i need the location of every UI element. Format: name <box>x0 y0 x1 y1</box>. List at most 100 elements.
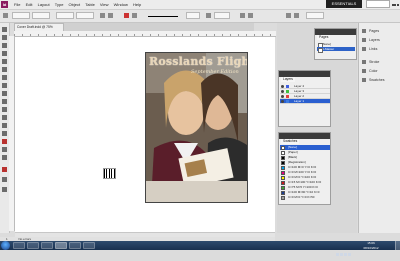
search-input[interactable] <box>366 0 390 8</box>
wrap-icon[interactable] <box>240 13 245 18</box>
menu-edit[interactable]: Edit <box>26 0 33 9</box>
pen-tool-icon[interactable] <box>2 75 7 80</box>
selection-tool-icon[interactable] <box>2 27 7 32</box>
volume-icon[interactable] <box>348 253 351 256</box>
direct-selection-tool-icon[interactable] <box>2 35 7 40</box>
taskbar-app-icon[interactable] <box>83 242 95 249</box>
workspace-switcher[interactable]: ESSENTIALS <box>326 0 362 8</box>
note-tool-icon[interactable] <box>2 131 7 136</box>
menu-help[interactable]: Help <box>133 0 141 9</box>
pencil-tool-icon[interactable] <box>2 83 7 88</box>
dock-item-stroke[interactable]: Stroke <box>361 58 399 66</box>
dock-item-links[interactable]: Links <box>361 45 399 53</box>
fill-stroke-icon[interactable] <box>2 167 7 172</box>
visibility-eye-icon[interactable] <box>281 90 284 93</box>
opacity-field[interactable] <box>214 12 230 19</box>
gradient-tool-icon[interactable] <box>2 123 7 128</box>
height-field[interactable] <box>76 12 94 19</box>
dock-item-label: Swatches <box>369 78 385 82</box>
reference-point-icon[interactable] <box>3 13 8 18</box>
x-field[interactable] <box>12 12 30 19</box>
tray-icon[interactable] <box>336 253 339 256</box>
barcode[interactable] <box>103 168 116 179</box>
cover-masthead[interactable]: Rosslands Flights <box>149 55 247 68</box>
swatch-name: C=0 M=0 Y=100 K=0 <box>288 175 317 179</box>
stroke-style-preview[interactable] <box>148 16 178 17</box>
menu-view[interactable]: View <box>100 0 109 9</box>
dock-item-layers[interactable]: Layers <box>361 36 399 44</box>
start-button[interactable] <box>1 241 10 250</box>
swatch-name: [Paper] <box>288 150 298 154</box>
fitting-icon[interactable] <box>286 13 291 18</box>
align-icon[interactable] <box>248 13 253 18</box>
menu-layout[interactable]: Layout <box>38 0 50 9</box>
network-icon[interactable] <box>344 253 347 256</box>
line-tool-icon[interactable] <box>2 67 7 72</box>
swatch-row[interactable]: C=0 M=0 Y=0 K=50 <box>280 195 330 200</box>
shear-icon[interactable] <box>108 13 113 18</box>
dock-item-pages[interactable]: Pages <box>361 27 399 35</box>
swatch-color-chip <box>281 180 285 185</box>
frame-option-field[interactable] <box>306 12 324 19</box>
taskbar-indesign-icon[interactable] <box>55 242 67 249</box>
taskbar-clock[interactable]: 15:06 08/10/2012 <box>358 241 384 250</box>
stroke-weight-field[interactable] <box>186 12 200 19</box>
dock-item-color[interactable]: Color <box>361 67 399 75</box>
swatch-color-chip <box>281 185 285 190</box>
effects-icon[interactable] <box>206 13 211 18</box>
document-tab[interactable]: Cover Draft.indd @ 75% <box>14 23 64 31</box>
swatches-panel-tab[interactable]: Swatches <box>281 139 300 144</box>
system-tray[interactable] <box>336 243 356 256</box>
zoom-tool-icon[interactable] <box>2 155 7 160</box>
scissors-tool-icon[interactable] <box>2 107 7 112</box>
layers-panel-tab[interactable]: Layers <box>281 77 295 82</box>
layer-name: Layer 2 <box>294 94 305 98</box>
pages-icon <box>362 29 366 33</box>
y-field[interactable] <box>32 12 50 19</box>
fill-icon[interactable] <box>124 13 129 18</box>
layer-row[interactable]: Layer 1 <box>280 99 330 104</box>
dock-item-label: Color <box>369 69 378 73</box>
rectangle-tool-icon[interactable] <box>2 99 7 104</box>
visibility-eye-icon[interactable] <box>281 100 284 103</box>
taskbar-explorer-icon[interactable] <box>27 242 39 249</box>
collapsed-panel-dock: Pages Layers Links Stroke Color Swatches <box>358 23 400 233</box>
view-mode-icon[interactable] <box>2 187 7 192</box>
show-desktop-button[interactable] <box>395 241 400 250</box>
stroke-icon[interactable] <box>132 13 137 18</box>
free-transform-tool-icon[interactable] <box>2 115 7 120</box>
menu-type[interactable]: Type <box>55 0 64 9</box>
visibility-eye-icon[interactable] <box>281 85 284 88</box>
menu-object[interactable]: Object <box>69 0 81 9</box>
menu-file[interactable]: File <box>14 0 20 9</box>
rectangle-frame-tool-icon[interactable] <box>2 91 7 96</box>
page-master-none[interactable]: [None] <box>317 42 355 48</box>
dock-item-swatches[interactable]: Swatches <box>361 76 399 84</box>
page-tool-icon[interactable] <box>2 43 7 48</box>
cover-page[interactable]: Rosslands Flights September Edition <box>145 52 248 203</box>
swatch-name: [None] <box>288 145 297 149</box>
gap-tool-icon[interactable] <box>2 51 7 56</box>
type-tool-icon[interactable] <box>2 59 7 64</box>
menu-table[interactable]: Table <box>85 0 95 9</box>
width-field[interactable] <box>56 12 74 19</box>
hand-tool-icon[interactable] <box>2 147 7 152</box>
close-icon[interactable] <box>396 4 399 6</box>
cover-issue-line[interactable]: September Edition <box>191 69 239 75</box>
menu-window[interactable]: Window <box>114 0 128 9</box>
formatting-icon[interactable] <box>2 177 7 182</box>
tray-icon[interactable] <box>340 253 343 256</box>
dock-item-label: Pages <box>369 29 380 33</box>
taskbar-media-icon[interactable] <box>41 242 53 249</box>
rotate-icon[interactable] <box>100 13 105 18</box>
layers-panel: Layers Layer 4 Layer 3 Layer 2 Layer 1 <box>278 70 331 127</box>
eyedropper-tool-icon[interactable] <box>2 139 7 144</box>
pages-panel-tab[interactable]: Pages <box>317 35 331 40</box>
swatch-name: C=0 M=100 Y=0 K=0 <box>288 170 317 174</box>
page-master-a[interactable]: A-Master <box>317 47 355 53</box>
taskbar-photoshop-icon[interactable] <box>69 242 81 249</box>
fitting-icon-2[interactable] <box>294 13 299 18</box>
taskbar-ie-icon[interactable] <box>13 242 25 249</box>
window-controls[interactable] <box>391 0 400 8</box>
visibility-eye-icon[interactable] <box>281 95 284 98</box>
